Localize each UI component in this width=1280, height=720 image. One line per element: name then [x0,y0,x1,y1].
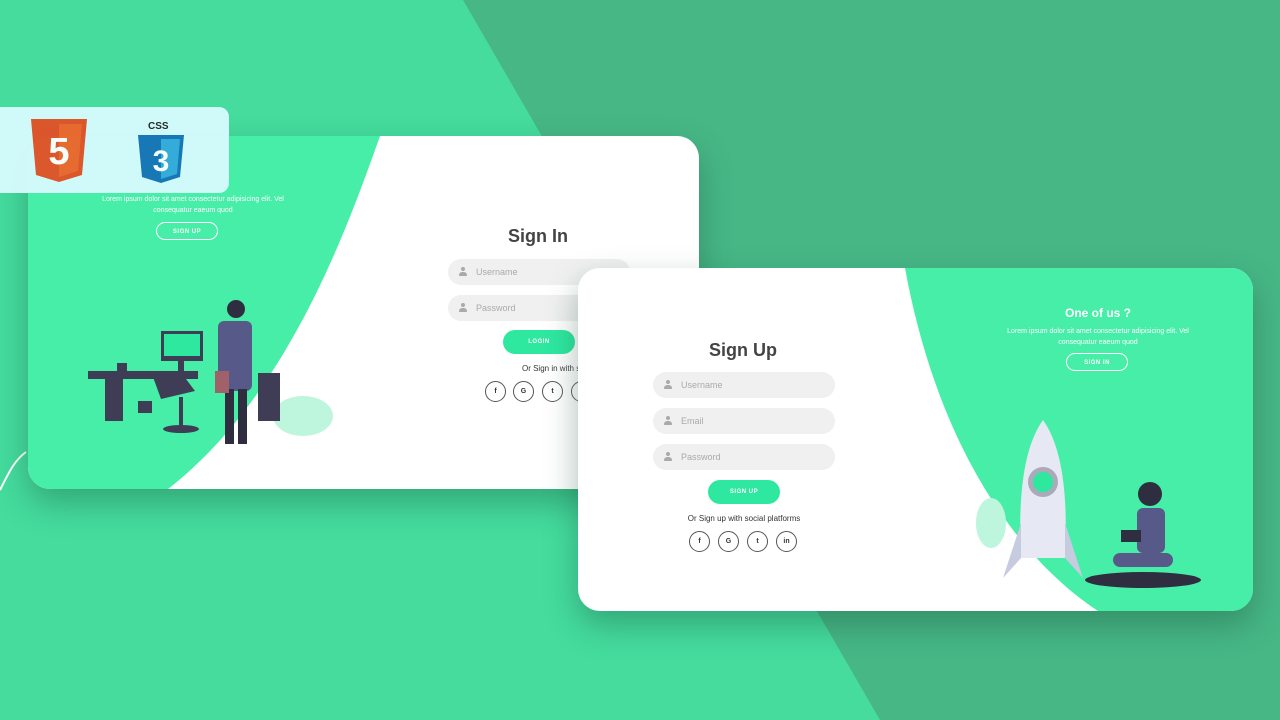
office-illustration [88,300,333,444]
google-icon[interactable]: G [718,531,739,552]
css-label: CSS [148,121,169,132]
signin-panel-text-2: consequatur eaeum quod [153,207,233,214]
signup-email-field[interactable]: Email [653,408,835,434]
facebook-icon[interactable]: f [689,531,710,552]
signin-password-placeholder: Password [476,303,516,313]
signup-social-text: Or Sign up with social platforms [687,514,801,523]
css3-icon: 3 [138,135,184,183]
signup-panel-text-1: Lorem ipsum dolor sit amet consectetur a… [1007,328,1189,335]
signup-button[interactable]: SIGN UP [708,480,780,504]
svg-text:3: 3 [153,145,170,178]
facebook-icon[interactable]: f [485,381,506,402]
signin-username-placeholder: Username [476,267,518,277]
signup-password-placeholder: Password [681,452,721,462]
tech-badge: 5 CSS 3 [0,107,229,193]
user-icon [664,416,672,426]
user-icon [459,267,467,277]
user-icon [664,452,672,462]
login-button[interactable]: LOGIN [503,330,575,354]
signin-panel-signup-button[interactable]: SIGN UP [156,222,218,240]
signup-username-field[interactable]: Username [653,372,835,398]
linkedin-icon[interactable]: in [776,531,797,552]
signup-email-placeholder: Email [681,416,704,426]
signup-username-placeholder: Username [681,380,723,390]
user-icon [459,303,467,313]
signin-panel-text-1: Lorem ipsum dolor sit amet consectetur a… [102,196,284,203]
signup-title: Sign Up [709,340,777,360]
rocket-illustration [976,420,1201,588]
twitter-icon[interactable]: t [747,531,768,552]
signup-password-field[interactable]: Password [653,444,835,470]
signup-panel-signin-button[interactable]: SIGN IN [1066,353,1128,371]
google-icon[interactable]: G [513,381,534,402]
svg-text:5: 5 [48,131,69,173]
user-icon [664,380,672,390]
html5-icon: 5 [31,119,87,182]
signup-panel-title: One of us ? [1065,306,1131,320]
signin-title: Sign In [508,226,568,246]
signup-panel-text-2: consequatur eaeum quod [1058,339,1138,346]
signup-card: Sign Up Username Email Password SIGN UP … [578,268,1253,611]
